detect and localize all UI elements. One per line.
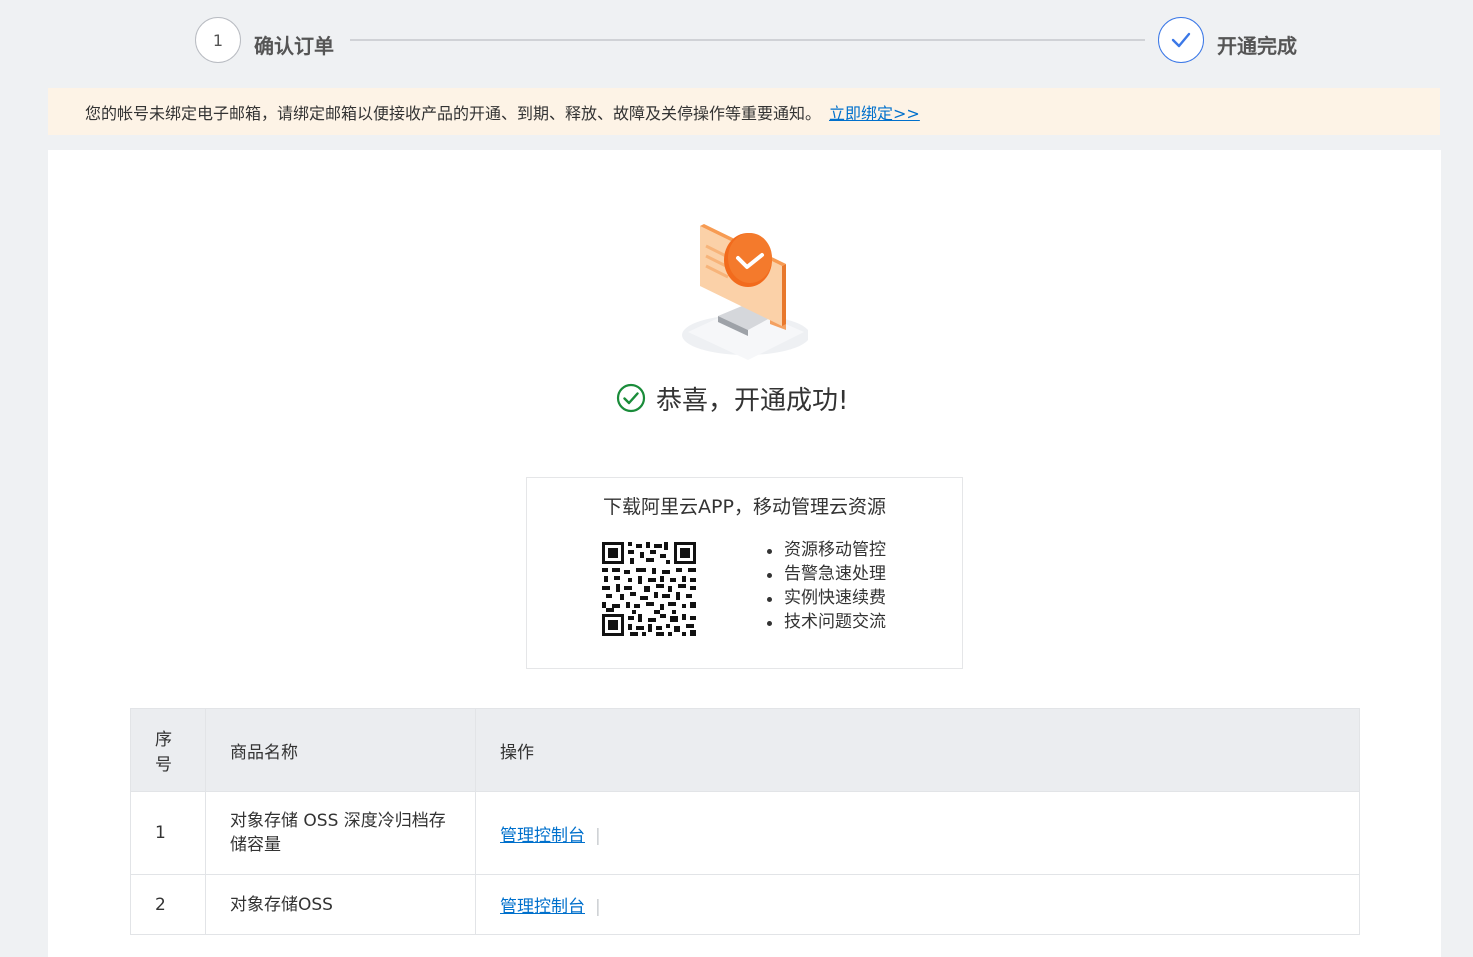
success-message: 恭喜，开通成功! [616, 378, 916, 418]
qr-code[interactable] [602, 542, 696, 636]
list-item: 技术问题交流 [765, 610, 886, 634]
row-index: 1 [130, 791, 206, 875]
step-1-label: 确认订单 [254, 34, 334, 58]
manage-console-link[interactable]: 管理控制台 [500, 897, 585, 917]
order-steps: 1 确认订单 开通完成 [0, 0, 1473, 85]
list-item: 告警急速处理 [765, 562, 886, 586]
notice-text: 您的帐号未绑定电子邮箱，请绑定邮箱以便接收产品的开通、到期、释放、故障及关停操作… [85, 103, 822, 123]
column-header-index: 序号 [130, 708, 206, 792]
bind-email-link[interactable]: 立即绑定>> [829, 100, 920, 124]
row-index: 2 [130, 874, 206, 935]
app-download-box: 下载阿里云APP，移动管理云资源 资源移动管控 告警急速处理 实例快速续费 技术… [526, 477, 963, 669]
success-monitor-illustration [682, 224, 808, 360]
step-connector [350, 39, 1145, 41]
product-name: 对象存储 OSS 深度冷归档存储容量 [205, 791, 476, 875]
action-separator: | [595, 825, 601, 846]
list-item: 实例快速续费 [765, 586, 886, 610]
step-1-number: 1 [195, 17, 241, 63]
table-row: 1 对象存储 OSS 深度冷归档存储容量 管理控制台 | [130, 791, 1360, 875]
checkmark-icon [1158, 17, 1204, 63]
table-row: 2 对象存储OSS 管理控制台 | [130, 874, 1360, 935]
row-actions: 管理控制台 | [475, 791, 1360, 875]
app-download-title: 下载阿里云APP，移动管理云资源 [603, 496, 886, 518]
row-actions: 管理控制台 | [475, 874, 1360, 935]
email-binding-notice: 您的帐号未绑定电子邮箱，请绑定邮箱以便接收产品的开通、到期、释放、故障及关停操作… [48, 88, 1440, 135]
step-2-label: 开通完成 [1217, 34, 1297, 58]
result-card: 恭喜，开通成功! 下载阿里云APP，移动管理云资源 资源移动管控 告警急速处理 … [48, 150, 1441, 957]
product-name: 对象存储OSS [205, 874, 476, 935]
product-table: 序号 商品名称 操作 1 对象存储 OSS 深度冷归档存储容量 管理控制台 | 2… [130, 708, 1360, 935]
action-separator: | [595, 897, 601, 917]
check-circle-icon [616, 383, 646, 413]
manage-console-link[interactable]: 管理控制台 [500, 826, 585, 846]
column-header-name: 商品名称 [205, 708, 476, 792]
success-text: 恭喜，开通成功! [656, 385, 849, 416]
list-item: 资源移动管控 [765, 538, 886, 562]
app-feature-list: 资源移动管控 告警急速处理 实例快速续费 技术问题交流 [765, 538, 886, 634]
column-header-action: 操作 [475, 708, 1360, 792]
table-header-row: 序号 商品名称 操作 [130, 708, 1360, 792]
